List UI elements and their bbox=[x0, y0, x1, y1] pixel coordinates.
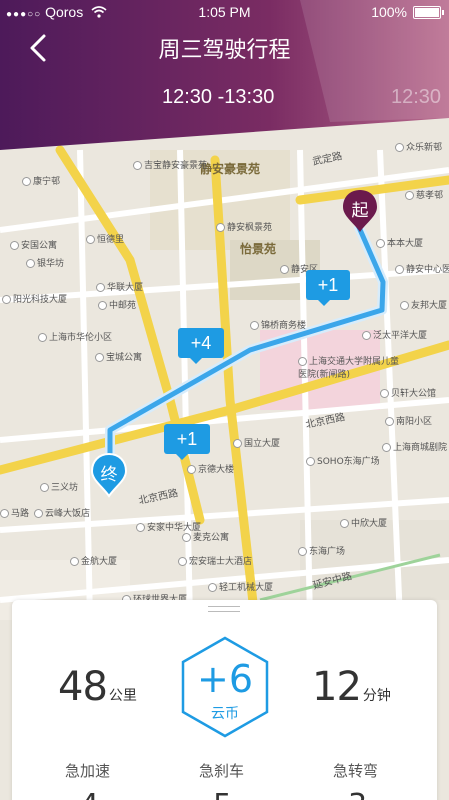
map-poi: 华联大厦 bbox=[96, 280, 143, 293]
app-root: 静安豪景苑 怡景苑 北京西路 北京西路 武定路 延安中路 吉宝静安豪景苑 静安枫… bbox=[0, 0, 449, 800]
map-poi: 轻工机械大厦 bbox=[208, 580, 273, 593]
map-poi: 静安中心医院 bbox=[395, 262, 449, 275]
start-marker[interactable]: 起 bbox=[341, 188, 379, 234]
map-poi: 贝轩大公馆 bbox=[380, 386, 436, 399]
coins-hexagon: +6 云币 bbox=[179, 635, 271, 739]
trip-time-range[interactable]: 12:30 -13:30 bbox=[162, 86, 274, 109]
map-poi: 上海商城剧院 bbox=[382, 440, 447, 453]
map-poi: 银华坊 bbox=[26, 256, 64, 269]
map-poi: 友邦大厦 bbox=[400, 298, 447, 311]
map-poi: 马路 bbox=[0, 506, 29, 519]
end-marker-label: 终 bbox=[100, 465, 118, 485]
distance-value: 48 bbox=[58, 664, 108, 710]
distance-stat: 48 公里 bbox=[58, 664, 137, 710]
event-badge[interactable]: +1 bbox=[306, 270, 350, 306]
map-poi: 恒德里 bbox=[86, 232, 124, 245]
duration-value: 12 bbox=[312, 664, 362, 710]
end-marker[interactable]: 终 bbox=[90, 452, 128, 498]
hard-braking-label: 急刹车 bbox=[199, 762, 245, 780]
map-poi: 上海交通大学附属儿童医院(新闸路) bbox=[298, 357, 400, 380]
map-poi: 宏安瑞士大酒店 bbox=[178, 554, 252, 567]
next-trip-time-range[interactable]: 12:30 bbox=[391, 86, 441, 109]
map-poi: 中欣大厦 bbox=[340, 516, 387, 529]
hard-acceleration-count: 4 bbox=[80, 788, 99, 800]
battery-percent: 100% bbox=[371, 4, 407, 20]
battery-info: 100% bbox=[371, 4, 444, 20]
map-poi: 国立大厦 bbox=[233, 436, 280, 449]
map-poi: 静安枫景苑 bbox=[216, 220, 272, 233]
coins-value: +6 bbox=[196, 657, 254, 701]
map-poi: 云峰大饭店 bbox=[34, 506, 90, 519]
duration-stat: 12 分钟 bbox=[312, 664, 391, 710]
hard-braking-count: 5 bbox=[213, 788, 232, 800]
map-poi: 锦桥商务楼 bbox=[250, 318, 306, 331]
map-poi: 康宁邨 bbox=[22, 174, 60, 187]
map-poi: 南阳小区 bbox=[385, 414, 432, 427]
map-poi: 宝城公寓 bbox=[95, 350, 142, 363]
drag-handle[interactable] bbox=[208, 606, 240, 614]
map-poi: 东海广场 bbox=[298, 544, 345, 557]
map-poi: 三义坊 bbox=[40, 480, 78, 493]
duration-unit: 分钟 bbox=[362, 688, 391, 704]
coins-unit: 云币 bbox=[211, 706, 239, 722]
map-poi: 吉宝静安豪景苑 bbox=[133, 158, 207, 171]
distance-unit: 公里 bbox=[108, 688, 137, 704]
map-poi: SOHO东海广场 bbox=[306, 454, 380, 467]
map-poi: 泛太平洋大厦 bbox=[362, 328, 427, 341]
map-poi: 本本大厦 bbox=[376, 236, 423, 249]
area-label: 静安豪景苑 bbox=[200, 162, 261, 176]
map-poi: 上海市华伦小区 bbox=[38, 330, 112, 343]
map-poi: 麦克公寓 bbox=[182, 530, 229, 543]
page-title: 周三驾驶行程 bbox=[158, 38, 291, 63]
sharp-turn-label: 急转弯 bbox=[333, 762, 379, 780]
sharp-turn-count: 3 bbox=[348, 788, 367, 800]
area-label: 怡景苑 bbox=[240, 242, 277, 256]
map-poi: 安国公寓 bbox=[10, 238, 57, 251]
battery-icon bbox=[413, 5, 444, 19]
event-badge[interactable]: +4 bbox=[178, 328, 224, 364]
event-badge[interactable]: +1 bbox=[164, 424, 210, 460]
map-poi: 京德大楼 bbox=[187, 462, 234, 475]
map-poi: 金航大厦 bbox=[70, 554, 117, 567]
map-poi: 阳光科技大厦 bbox=[2, 292, 67, 305]
hard-acceleration-label: 急加速 bbox=[65, 762, 111, 780]
trip-summary-panel[interactable]: 48公里 +6 云币 12分钟 急加速 急刹车 急转弯 4 5 3 bbox=[12, 600, 437, 800]
map-poi: 中邮苑 bbox=[98, 298, 136, 311]
status-bar: ●●●○○ Qoros 1:05 PM 100% bbox=[0, 0, 449, 24]
map-poi: 慈孝邨 bbox=[405, 188, 443, 201]
start-marker-label: 起 bbox=[351, 201, 369, 221]
